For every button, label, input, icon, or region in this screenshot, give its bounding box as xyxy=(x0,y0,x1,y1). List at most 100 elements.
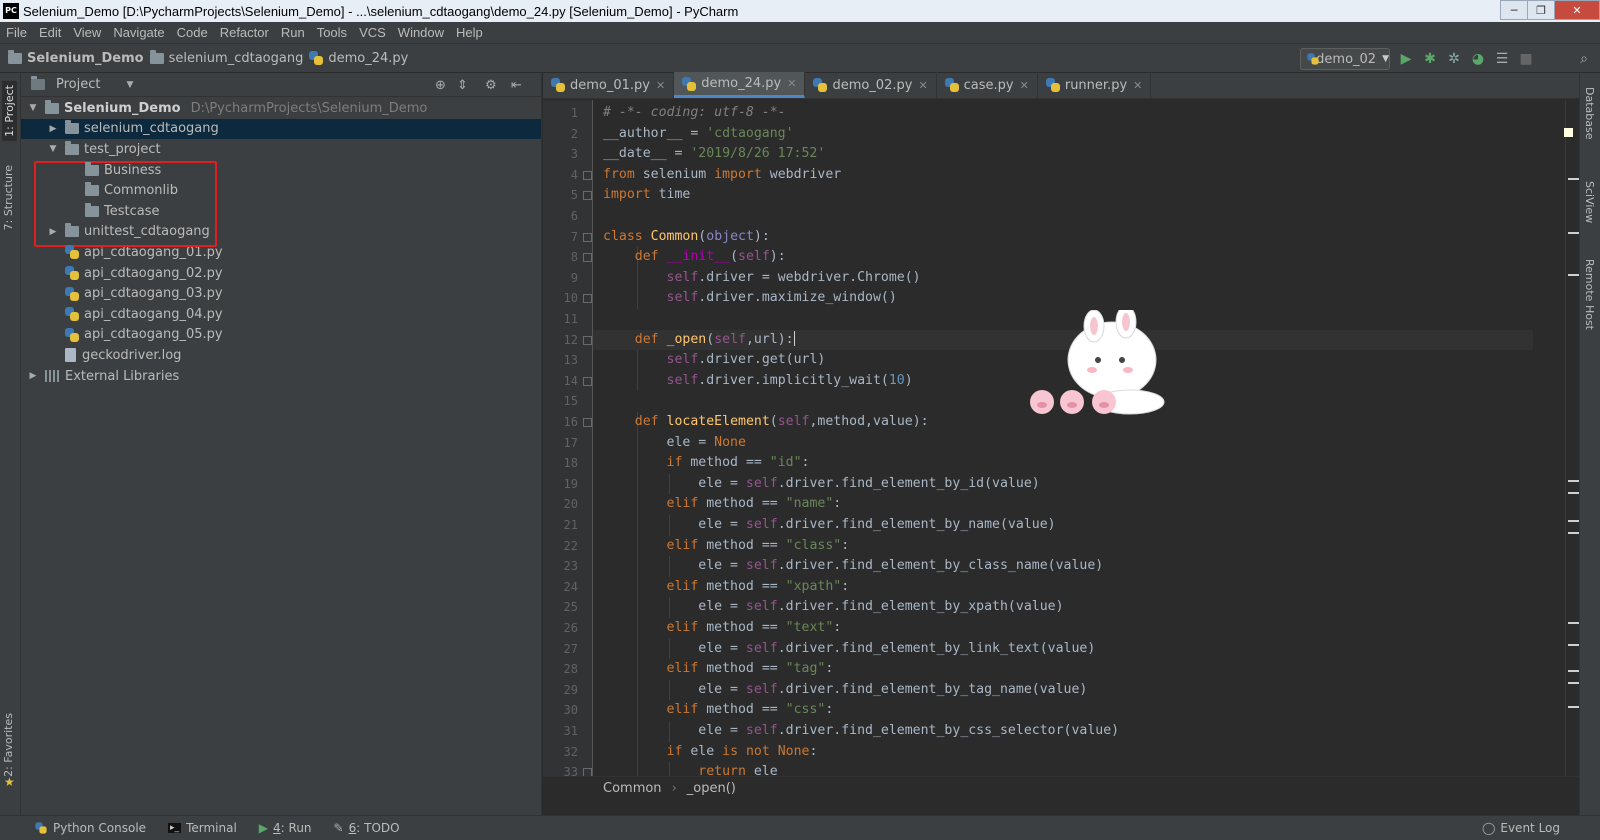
expand-arrow-icon[interactable]: ▼ xyxy=(45,144,61,154)
menu-navigate[interactable]: Navigate xyxy=(113,25,164,40)
tree-item[interactable]: api_cdtaogang_05.py xyxy=(21,325,541,346)
code-line[interactable]: self.driver.implicitly_wait(10) xyxy=(593,371,913,392)
fold-marker-icon[interactable] xyxy=(583,191,592,201)
code-line[interactable]: __author__ = 'cdtaogang' xyxy=(593,124,794,145)
code-line[interactable]: ele = None xyxy=(593,433,746,454)
code-line[interactable]: import time xyxy=(593,185,690,206)
code-line[interactable]: __date__ = '2019/8/26 17:52' xyxy=(593,144,825,165)
fold-marker-icon[interactable] xyxy=(583,253,592,263)
maximize-button[interactable]: ❐ xyxy=(1527,0,1555,20)
tree-item[interactable]: geckodriver.log xyxy=(21,345,541,366)
tree-item[interactable]: api_cdtaogang_03.py xyxy=(21,283,541,304)
close-tab-icon[interactable]: ✕ xyxy=(787,77,796,90)
event-log-button[interactable]: ◯ Event Log xyxy=(1482,821,1560,835)
tab-demo-24[interactable]: demo_24.py ✕ xyxy=(674,72,806,98)
run-configuration-select[interactable]: demo_02 ▼ xyxy=(1300,48,1390,70)
menu-tools[interactable]: Tools xyxy=(317,25,347,40)
menu-edit[interactable]: Edit xyxy=(39,25,61,40)
menu-window[interactable]: Window xyxy=(398,25,444,40)
code-line[interactable]: return ele xyxy=(593,762,777,776)
search-icon[interactable]: ⌕ xyxy=(1576,51,1592,67)
tab-demo-01[interactable]: demo_01.py ✕ xyxy=(543,72,675,98)
menu-file[interactable]: File xyxy=(6,25,27,40)
code-line[interactable] xyxy=(593,309,603,330)
code-line[interactable]: elif method == "css": xyxy=(593,700,834,721)
code-line[interactable]: ele = self.driver.find_element_by_name(v… xyxy=(593,515,1055,536)
code-line[interactable]: elif method == "xpath": xyxy=(593,577,850,598)
code-line[interactable]: elif method == "class": xyxy=(593,536,850,557)
code-line[interactable]: if method == "id": xyxy=(593,453,810,474)
collapse-all-icon[interactable]: ⇕ xyxy=(457,78,468,93)
tab-favorites[interactable]: 2: Favorites xyxy=(2,713,15,777)
tab-runner[interactable]: runner.py ✕ xyxy=(1038,72,1152,98)
code-line[interactable]: ele = self.driver.find_element_by_xpath(… xyxy=(593,597,1063,618)
run-tool-button[interactable]: ▶ 4: Run xyxy=(259,821,312,835)
fold-marker-icon[interactable] xyxy=(583,170,592,180)
tab-structure[interactable]: 7: Structure xyxy=(2,165,15,230)
fold-marker-icon[interactable] xyxy=(583,294,592,304)
minimize-button[interactable]: ─ xyxy=(1500,0,1528,20)
code-line[interactable]: from selenium import webdriver xyxy=(593,165,841,186)
coverage-icon[interactable]: ✲ xyxy=(1446,51,1462,67)
code-line[interactable]: elif method == "tag": xyxy=(593,659,834,680)
locate-icon[interactable]: ⊕ xyxy=(435,78,446,93)
fold-marker-icon[interactable] xyxy=(583,335,592,345)
tab-project[interactable]: 1: Project xyxy=(2,81,17,141)
chevron-down-icon[interactable]: ▼ xyxy=(126,80,133,90)
project-view-label[interactable]: Project xyxy=(56,77,100,92)
menu-help[interactable]: Help xyxy=(456,25,483,40)
todo-button[interactable]: ✎ 6: TODO xyxy=(334,821,400,835)
tab-remote-host[interactable]: Remote Host xyxy=(1583,259,1596,330)
fold-marker-icon[interactable] xyxy=(583,418,592,427)
breadcrumb-file[interactable]: demo_24.py xyxy=(309,51,408,66)
expand-arrow-icon[interactable]: ▼ xyxy=(25,103,41,113)
code-line[interactable]: self.driver = webdriver.Chrome() xyxy=(593,268,921,289)
code-view[interactable]: # -*- coding: utf-8 -*- __author__ = 'cdt… xyxy=(593,100,1533,776)
menu-view[interactable]: View xyxy=(73,25,101,40)
close-tab-icon[interactable]: ✕ xyxy=(1020,79,1029,92)
close-window-button[interactable]: ✕ xyxy=(1554,0,1600,20)
fold-marker-icon[interactable] xyxy=(583,376,592,386)
hide-panel-icon[interactable]: ⇤ xyxy=(511,78,522,93)
breadcrumb-folder[interactable]: selenium_cdtaogang xyxy=(149,49,303,66)
code-line[interactable]: self.driver.maximize_window() xyxy=(593,288,897,309)
tree-item[interactable]: api_cdtaogang_02.py xyxy=(21,263,541,284)
close-tab-icon[interactable]: ✕ xyxy=(656,79,665,92)
code-line[interactable] xyxy=(593,391,603,412)
python-console-button[interactable]: Python Console xyxy=(34,821,146,835)
code-line[interactable]: def __init__(self): xyxy=(593,247,786,268)
code-line[interactable]: self.driver.get(url) xyxy=(593,350,826,371)
stop-icon[interactable]: ■ xyxy=(1518,51,1534,67)
tab-sciview[interactable]: SciView xyxy=(1583,181,1596,223)
editor-scrollbar[interactable] xyxy=(1564,100,1580,776)
menu-vcs[interactable]: VCS xyxy=(359,25,386,40)
breadcrumb-project[interactable]: Selenium_Demo xyxy=(8,49,144,66)
code-line[interactable]: ele = self.driver.find_element_by_css_se… xyxy=(593,721,1119,742)
code-line[interactable]: elif method == "name": xyxy=(593,494,842,515)
inspection-status-icon[interactable] xyxy=(1564,128,1573,137)
close-tab-icon[interactable]: ✕ xyxy=(1133,79,1142,92)
tab-demo-02[interactable]: demo_02.py ✕ xyxy=(805,72,937,98)
code-line[interactable]: if ele is not None: xyxy=(593,742,818,763)
collapse-arrow-icon[interactable]: ▶ xyxy=(25,371,41,381)
debug-icon[interactable]: ✱ xyxy=(1422,51,1438,67)
code-line[interactable]: ele = self.driver.find_element_by_id(val… xyxy=(593,474,1039,495)
terminal-button[interactable]: ▸_ Terminal xyxy=(168,821,237,835)
breadcrumb-class[interactable]: Common xyxy=(603,781,662,796)
code-line[interactable]: class Common(object): xyxy=(593,227,770,248)
code-line[interactable]: ele = self.driver.find_element_by_tag_na… xyxy=(593,680,1087,701)
fold-marker-icon[interactable] xyxy=(583,232,592,242)
tab-database[interactable]: Database xyxy=(1583,87,1596,140)
tab-case[interactable]: case.py ✕ xyxy=(937,72,1038,98)
code-line[interactable] xyxy=(593,206,603,227)
code-line[interactable]: elif method == "text": xyxy=(593,618,842,639)
menu-run[interactable]: Run xyxy=(281,25,305,40)
breadcrumb-method[interactable]: _open() xyxy=(687,781,736,796)
tree-item[interactable]: ▼ test_project xyxy=(21,139,541,160)
tree-item[interactable]: ▶ selenium_cdtaogang xyxy=(21,118,541,140)
close-tab-icon[interactable]: ✕ xyxy=(918,79,927,92)
menu-code[interactable]: Code xyxy=(177,25,208,40)
run-icon[interactable]: ▶ xyxy=(1398,51,1414,67)
profile-icon[interactable]: ◕ xyxy=(1470,51,1486,67)
code-line[interactable]: ele = self.driver.find_element_by_class_… xyxy=(593,556,1103,577)
